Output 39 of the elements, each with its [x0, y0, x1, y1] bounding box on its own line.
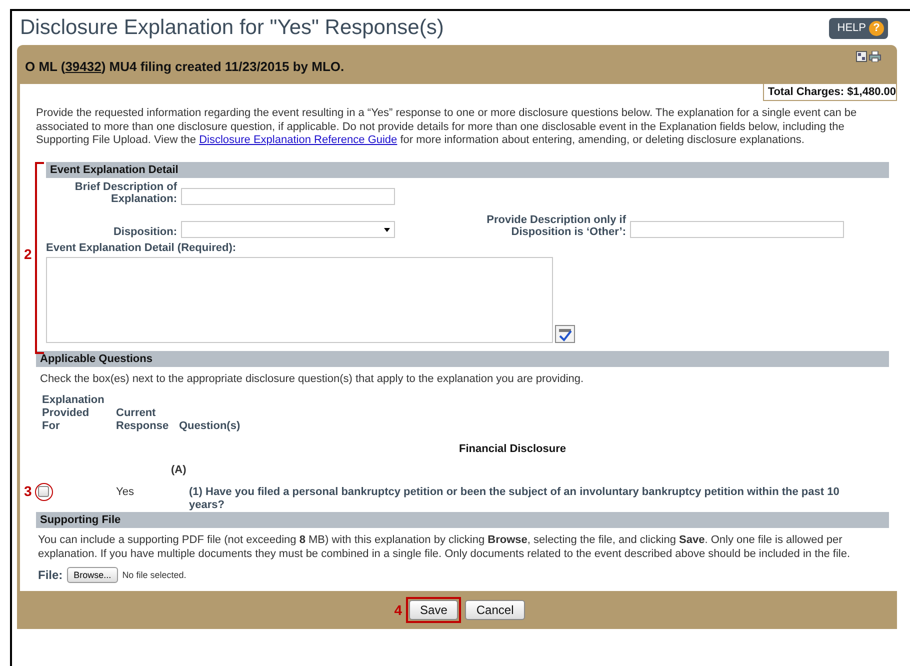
help-icon: ?: [869, 20, 884, 36]
section-header: Event Explanation Detail: [46, 162, 889, 178]
group-title: Financial Disclosure: [458, 442, 567, 456]
total-charges: Total Charges: $1,480.00: [762, 84, 897, 101]
filing-title: O ML (39432) MU4 filing created 11/23/2015 by MLO.: [25, 58, 344, 74]
column-header: Question(s): [179, 420, 242, 432]
question-text: (1) Have you filed a personal bankruptcy petition or been the subject of an involuntary bankruptcy petition within the past 10 years?: [189, 484, 840, 512]
page-title: Disclosure Explanation for "Yes" Response(s): [19, 16, 444, 40]
section-header: Supporting File: [36, 512, 889, 528]
annotation-number: 3: [24, 485, 32, 498]
cancel-button[interactable]: Cancel: [465, 600, 525, 620]
field-label: Event Explanation Detail (Required):: [46, 242, 238, 254]
column-header: Current Response: [115, 406, 170, 432]
instruction-text: You can include a supporting PDF file (not exceeding 8 MB) with this explanation by clicking Browse, selecting the file, and clicking Save. Only one file is allowed per explanation. If you have multiple documents they must be combined in a single file. Only documents related to the event described above should be included in the file.: [38, 532, 852, 560]
expand-icon[interactable]: [856, 51, 867, 62]
field-label: Disposition:: [112, 226, 178, 238]
section-header: Applicable Questions: [36, 350, 889, 366]
reference-guide-link[interactable]: Disclosure Explanation Reference Guide: [199, 134, 398, 146]
browse-button[interactable]: Browse...: [66, 566, 118, 582]
input-field[interactable]: [630, 220, 844, 238]
input-field[interactable]: [181, 188, 395, 204]
checkbox[interactable]: [38, 486, 50, 497]
field-label: Brief Description of Explanation:: [74, 180, 178, 204]
spellcheck-icon[interactable]: [555, 324, 575, 342]
intro-text: Provide the requested information regarding the event resulting in a “Yes” response to one or more disclosure questions below. The explanation for a single event can be associated to more than one disclosure question, if applicable. Do not provide details for more than one disclosable event in the Explanation fields below, including the Supporting File Upload. View the Disclosure Explanation Reference Guide for more information about entering, amending, or deleting disclosure explanations.: [36, 107, 858, 148]
field-label: File:: [38, 568, 63, 582]
printer-icon[interactable]: [869, 51, 881, 62]
field-label: Provide Description only if Disposition is ‘Other’:: [486, 214, 627, 238]
save-button[interactable]: Save: [409, 600, 458, 620]
instruction-text: Check the box(es) next to the appropriate disclosure question(s) that apply to the explanation you are providing.: [40, 372, 585, 384]
caret-icon: [384, 228, 390, 232]
response-text: Yes: [115, 484, 135, 500]
column-header: Explanation Provided For: [42, 394, 102, 432]
annotation-number: 2: [24, 246, 32, 262]
subgroup-label: (A): [171, 464, 188, 476]
help-button[interactable]: HELP ?: [829, 18, 888, 38]
annotation-number: 4: [394, 602, 402, 618]
filing-id-link[interactable]: 39432: [65, 58, 102, 74]
file-status: No file selected.: [122, 570, 186, 580]
